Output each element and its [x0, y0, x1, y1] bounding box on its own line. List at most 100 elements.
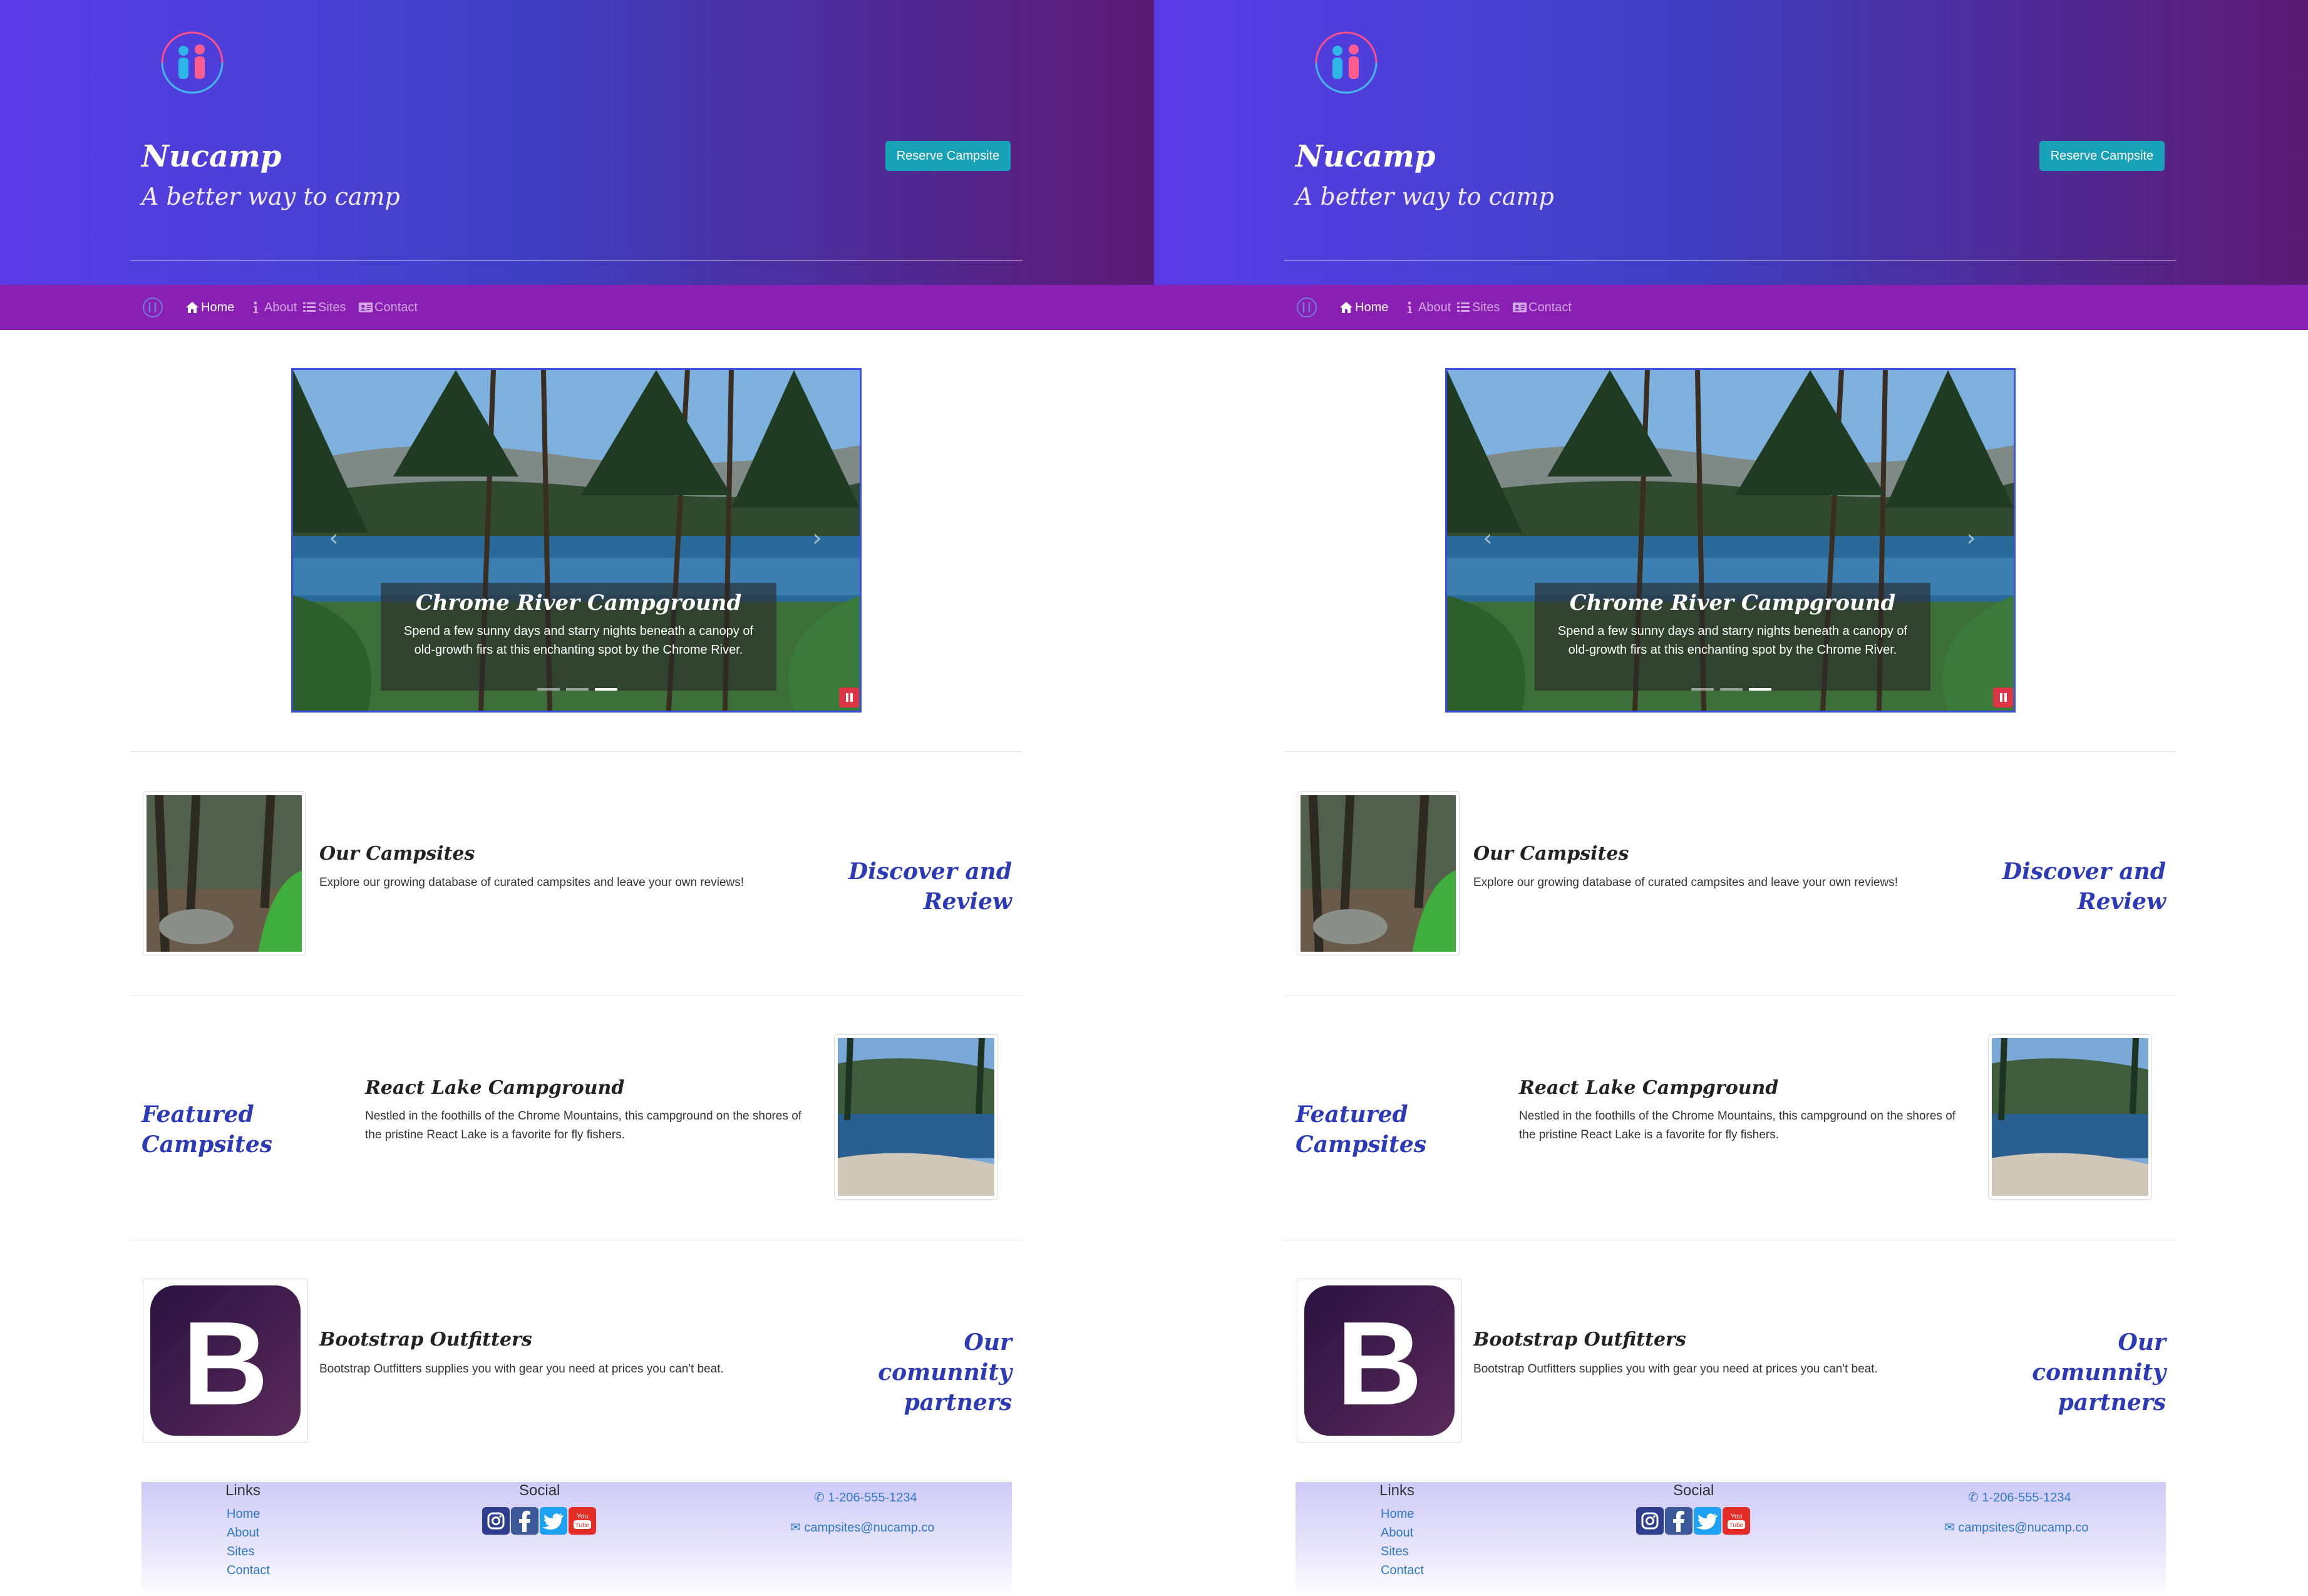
footer-link-contact[interactable]: Contact	[227, 1563, 270, 1578]
header-jumbotron: Nucamp A better way to camp Reserve Camp…	[1154, 0, 2308, 285]
nav-logo-icon[interactable]	[142, 296, 164, 319]
carousel-indicator-1[interactable]	[537, 688, 560, 691]
svg-text:You: You	[577, 1513, 589, 1520]
header-jumbotron: Nucamp A better way to camp Reserve Camp…	[0, 0, 1154, 285]
nav-item-label: About	[1418, 300, 1451, 314]
carousel-prev-icon[interactable]: ‹	[324, 525, 343, 550]
envelope-icon: ✉	[1944, 1521, 1959, 1535]
footer-link-contact[interactable]: Contact	[1381, 1563, 1424, 1578]
carousel-caption: Chrome River Campground Spend a few sunn…	[1535, 583, 1930, 691]
featured-title: React Lake Campground	[365, 1077, 625, 1099]
footer-phone[interactable]: ✆ 1-206-555-1234	[814, 1490, 917, 1505]
instagram-icon[interactable]	[482, 1507, 510, 1535]
instagram-icon[interactable]	[1636, 1507, 1664, 1535]
campfire-image	[1301, 795, 1456, 952]
carousel-text: Spend a few sunny days and starry nights…	[403, 624, 754, 657]
reserve-campsite-button[interactable]: Reserve Campsite	[885, 141, 1011, 171]
nav-logo-icon[interactable]	[1296, 296, 1318, 319]
carousel-next-icon[interactable]: ›	[1962, 525, 1981, 550]
nav-item-home[interactable]: Home	[185, 298, 234, 317]
carousel-next-icon[interactable]: ›	[808, 525, 827, 550]
carousel-indicators	[1691, 688, 1771, 691]
nav-item-sites[interactable]: Sites	[1456, 298, 1500, 317]
header-divider	[1284, 260, 2177, 261]
brand-name: Nucamp	[1296, 139, 1436, 174]
facebook-icon[interactable]	[511, 1507, 538, 1535]
featured-thumbnail	[834, 1034, 998, 1200]
discover-review-label: Discover and Review	[848, 858, 1012, 915]
featured-thumbnail	[1988, 1034, 2152, 1200]
carousel-pause-button[interactable]	[1993, 687, 2013, 708]
footer-email[interactable]: ✉ campsites@nucamp.co	[1944, 1520, 2089, 1535]
carousel-title: Chrome River Campground	[415, 590, 742, 615]
featured-text: Nestled in the foothills of the Chrome M…	[365, 1109, 802, 1141]
nav-item-about[interactable]: About	[1402, 298, 1451, 317]
reserve-campsite-button[interactable]: Reserve Campsite	[2039, 141, 2165, 171]
navbar: Home About Sites Contact	[1154, 285, 2308, 330]
featured-text: Nestled in the foothills of the Chrome M…	[1519, 1109, 1956, 1141]
footer-email-text: campsites@nucamp.co	[1958, 1521, 2089, 1535]
image-carousel[interactable]: ‹ › Chrome River Campground Spend a few …	[291, 368, 862, 713]
section-divider	[130, 751, 1023, 752]
featured-campsites-label: Featured Campsites	[142, 1101, 272, 1158]
nucamp-logo-icon	[161, 31, 224, 94]
nav-item-about[interactable]: About	[248, 298, 297, 317]
brand-tagline: A better way to camp	[142, 183, 400, 210]
youtube-icon[interactable]: You Tube	[1723, 1507, 1750, 1535]
nav-item-contact[interactable]: Contact	[358, 298, 418, 317]
footer: Links Home About Sites Contact Social Yo…	[142, 1482, 1012, 1596]
brand-tagline: A better way to camp	[1296, 183, 1554, 210]
footer-link-home[interactable]: Home	[227, 1507, 260, 1521]
carousel-prev-icon[interactable]: ‹	[1478, 525, 1497, 550]
partner-text: Bootstrap Outfitters supplies you with g…	[1473, 1362, 1878, 1376]
address-card-icon	[1512, 302, 1527, 312]
page-left: Nucamp A better way to camp Reserve Camp…	[0, 0, 1154, 1596]
image-carousel[interactable]: ‹ › Chrome River Campground Spend a few …	[1445, 368, 2016, 713]
home-icon	[186, 302, 198, 313]
community-partners-label: Our comunnity partners	[2032, 1329, 2166, 1416]
home-icon	[1340, 302, 1352, 313]
footer-email[interactable]: ✉ campsites@nucamp.co	[790, 1520, 935, 1535]
nucamp-logo-icon	[1315, 31, 1378, 94]
svg-text:You: You	[1731, 1513, 1743, 1520]
campfire-image	[147, 795, 302, 952]
nav-item-label: Contact	[374, 300, 418, 314]
carousel-indicator-3[interactable]	[595, 688, 617, 691]
nav-item-label: Sites	[1472, 300, 1500, 314]
carousel-title: Chrome River Campground	[1569, 590, 1896, 615]
youtube-icon[interactable]: You Tube	[569, 1507, 596, 1535]
bootstrap-logo-icon: B	[1304, 1285, 1455, 1436]
carousel-indicators	[537, 688, 617, 691]
twitter-icon[interactable]	[540, 1507, 567, 1535]
footer-links-heading: Links	[225, 1482, 261, 1499]
footer-links-heading: Links	[1379, 1482, 1415, 1499]
navbar: Home About Sites Contact	[0, 285, 1154, 330]
discover-review-label: Discover and Review	[2002, 858, 2166, 915]
footer-social-heading: Social	[1673, 1482, 1714, 1499]
nav-item-sites[interactable]: Sites	[302, 298, 346, 317]
campsites-text: Explore our growing database of curated …	[319, 876, 744, 889]
nav-item-label: Home	[201, 300, 235, 314]
carousel-indicator-3[interactable]	[1749, 688, 1771, 691]
carousel-pause-button[interactable]	[839, 687, 859, 708]
twitter-icon[interactable]	[1694, 1507, 1721, 1535]
campsites-thumbnail	[143, 791, 306, 955]
carousel-indicator-2[interactable]	[1720, 688, 1743, 691]
footer-link-home[interactable]: Home	[1381, 1507, 1414, 1521]
footer-link-about[interactable]: About	[1381, 1526, 1413, 1540]
footer-link-sites[interactable]: Sites	[227, 1545, 254, 1559]
footer: Links Home About Sites Contact Social Yo…	[1296, 1482, 2166, 1596]
nav-item-home[interactable]: Home	[1339, 298, 1388, 317]
partner-thumbnail: B	[1297, 1279, 1462, 1443]
nav-item-label: About	[264, 300, 297, 314]
footer-phone-text: 1-206-555-1234	[828, 1491, 917, 1505]
facebook-icon[interactable]	[1665, 1507, 1692, 1535]
carousel-indicator-1[interactable]	[1691, 688, 1714, 691]
address-card-icon	[358, 302, 373, 312]
footer-link-sites[interactable]: Sites	[1381, 1545, 1408, 1559]
footer-link-about[interactable]: About	[227, 1526, 259, 1540]
nav-item-contact[interactable]: Contact	[1512, 298, 1572, 317]
list-icon	[1457, 302, 1470, 312]
carousel-indicator-2[interactable]	[566, 688, 589, 691]
footer-phone[interactable]: ✆ 1-206-555-1234	[1968, 1490, 2071, 1505]
